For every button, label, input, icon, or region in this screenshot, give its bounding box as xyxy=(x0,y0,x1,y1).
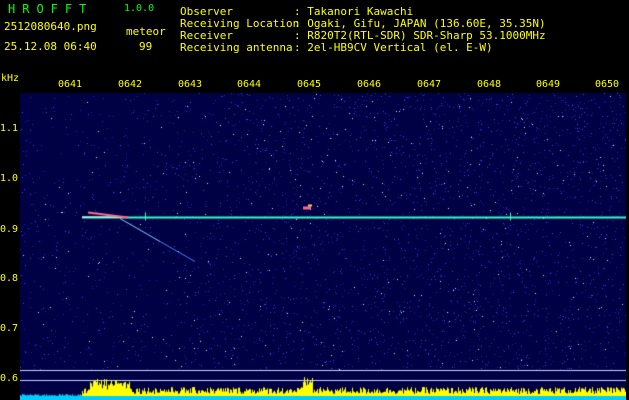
x-tick-0646: 0646 xyxy=(357,79,382,90)
app-version: 1.0.0 xyxy=(124,3,155,14)
y-axis-unit: kHz xyxy=(1,73,20,84)
receiver-value: : R820T2(RTL-SDR) SDR-Sharp 53.1000MHz xyxy=(294,29,546,42)
hrofft-window: HROFFT 1.0.0 2512080640.png meteor 25.12… xyxy=(0,0,629,400)
x-tick-0647: 0647 xyxy=(417,79,442,90)
location-value: : Ogaki, Gifu, JAPAN (136.60E, 35.35N) xyxy=(294,17,546,30)
antenna-label: Receiving antenna xyxy=(180,41,293,54)
meteor-count: 99 xyxy=(139,40,153,53)
x-tick-0650: 0650 xyxy=(595,79,620,90)
x-tick-0645: 0645 xyxy=(297,79,322,90)
y-tick-0.9: 0.9 xyxy=(0,224,19,235)
x-tick-0648: 0648 xyxy=(477,79,502,90)
x-tick-0642: 0642 xyxy=(118,79,143,90)
location-label: Receiving Location xyxy=(180,17,300,30)
observer-value: : Takanori Kawachi xyxy=(294,5,414,18)
file-name: 2512080640.png xyxy=(4,20,97,33)
meteor-label: meteor xyxy=(126,25,166,38)
observer-label: Observer xyxy=(180,5,233,18)
y-tick-0.7: 0.7 xyxy=(0,323,19,334)
y-tick-0.8: 0.8 xyxy=(0,273,19,284)
x-tick-0643: 0643 xyxy=(178,79,203,90)
y-tick-1.0: 1.0 xyxy=(0,173,19,184)
y-tick-0.6: 0.6 xyxy=(0,373,19,384)
app-title: HROFFT xyxy=(8,2,94,16)
y-tick-1.1: 1.1 xyxy=(0,123,19,134)
receiver-label: Receiver xyxy=(180,29,233,42)
antenna-value: : 2el-HB9CV Vertical (el. E-W) xyxy=(294,41,493,54)
x-tick-0644: 0644 xyxy=(237,79,262,90)
x-tick-0649: 0649 xyxy=(536,79,561,90)
date-time: 25.12.08 06:40 xyxy=(4,40,97,53)
x-tick-0641: 0641 xyxy=(58,79,83,90)
spectrogram-plot xyxy=(20,93,626,400)
